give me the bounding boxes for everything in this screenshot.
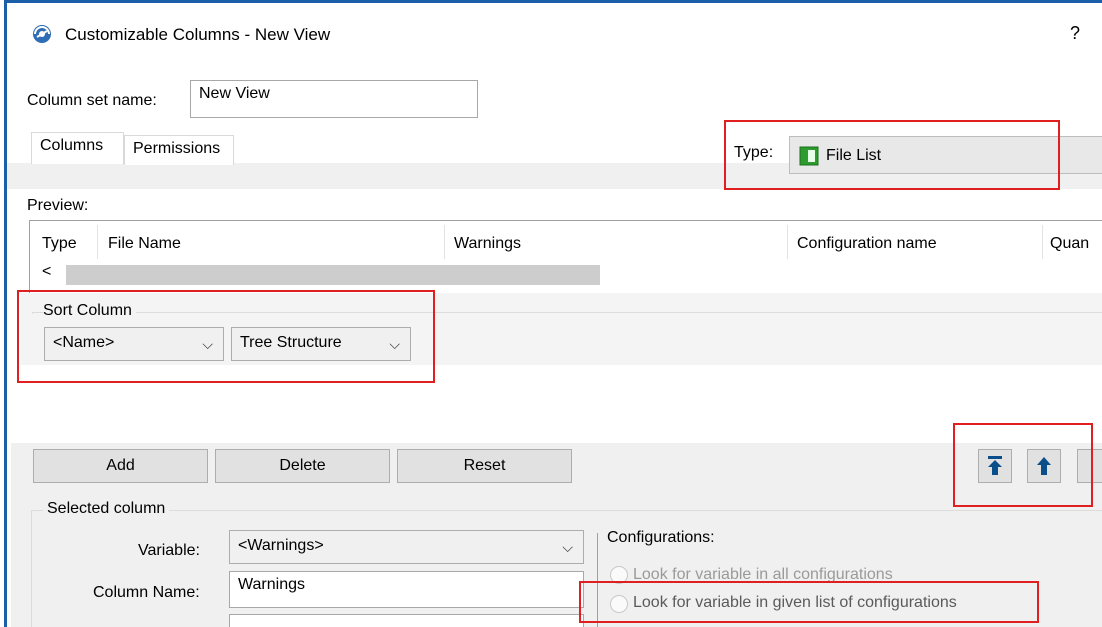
- type-highlight-box: [724, 120, 1060, 190]
- column-separator: [787, 225, 788, 259]
- chevron-down-icon: ⌵: [562, 539, 573, 555]
- tab-permissions[interactable]: Permissions: [124, 135, 234, 165]
- sort-highlight-box: [17, 290, 435, 383]
- delete-button[interactable]: Delete: [215, 449, 390, 483]
- tab-columns[interactable]: Columns: [31, 132, 124, 164]
- column-name-label: Column Name:: [93, 584, 200, 601]
- tab-columns-label: Columns: [40, 137, 104, 154]
- reset-button[interactable]: Reset: [397, 449, 572, 483]
- column-set-name-label: Column set name:: [27, 92, 157, 109]
- preview-label: Preview:: [27, 197, 89, 214]
- preview-column-warnings[interactable]: Warnings: [454, 235, 521, 253]
- column-set-name-input[interactable]: New View: [190, 80, 478, 118]
- app-logo-icon: [33, 25, 51, 43]
- preview-column-file-name[interactable]: File Name: [108, 235, 181, 253]
- configurations-label: Configurations:: [607, 529, 715, 546]
- column-name-value: Warnings: [238, 576, 305, 593]
- scroll-left-arrow[interactable]: <: [42, 263, 51, 281]
- preview-grid[interactable]: Type File Name Warnings Configuration na…: [29, 220, 1102, 294]
- variable-label: Variable:: [138, 542, 200, 559]
- selected-column-label: Selected column: [43, 500, 170, 518]
- window-title: Customizable Columns - New View: [65, 25, 331, 44]
- dialog-window: Customizable Columns - New View ? Column…: [4, 0, 1102, 627]
- help-button[interactable]: ?: [1070, 23, 1080, 44]
- add-button[interactable]: Add: [33, 449, 208, 483]
- column-name-input[interactable]: Warnings: [229, 571, 584, 608]
- extra-field[interactable]: [229, 614, 584, 627]
- preview-column-type[interactable]: Type: [42, 235, 77, 253]
- column-separator: [1042, 225, 1043, 259]
- title-bar: Customizable Columns - New View ?: [7, 3, 1102, 63]
- move-buttons-highlight-box: [953, 423, 1093, 507]
- preview-column-quantity[interactable]: Quan: [1050, 235, 1089, 253]
- column-set-name-value: New View: [199, 85, 270, 102]
- reset-button-label: Reset: [463, 457, 506, 474]
- scrollbar-thumb[interactable]: [66, 265, 600, 285]
- configurations-highlight-box: [579, 581, 1039, 623]
- column-separator: [97, 225, 98, 259]
- preview-column-configuration-name[interactable]: Configuration name: [797, 235, 937, 253]
- column-separator: [444, 225, 445, 259]
- add-button-label: Add: [106, 457, 135, 474]
- delete-button-label: Delete: [279, 457, 326, 474]
- variable-value: <Warnings>: [238, 537, 324, 554]
- variable-select[interactable]: <Warnings> ⌵: [229, 530, 584, 564]
- tab-permissions-label: Permissions: [133, 140, 221, 157]
